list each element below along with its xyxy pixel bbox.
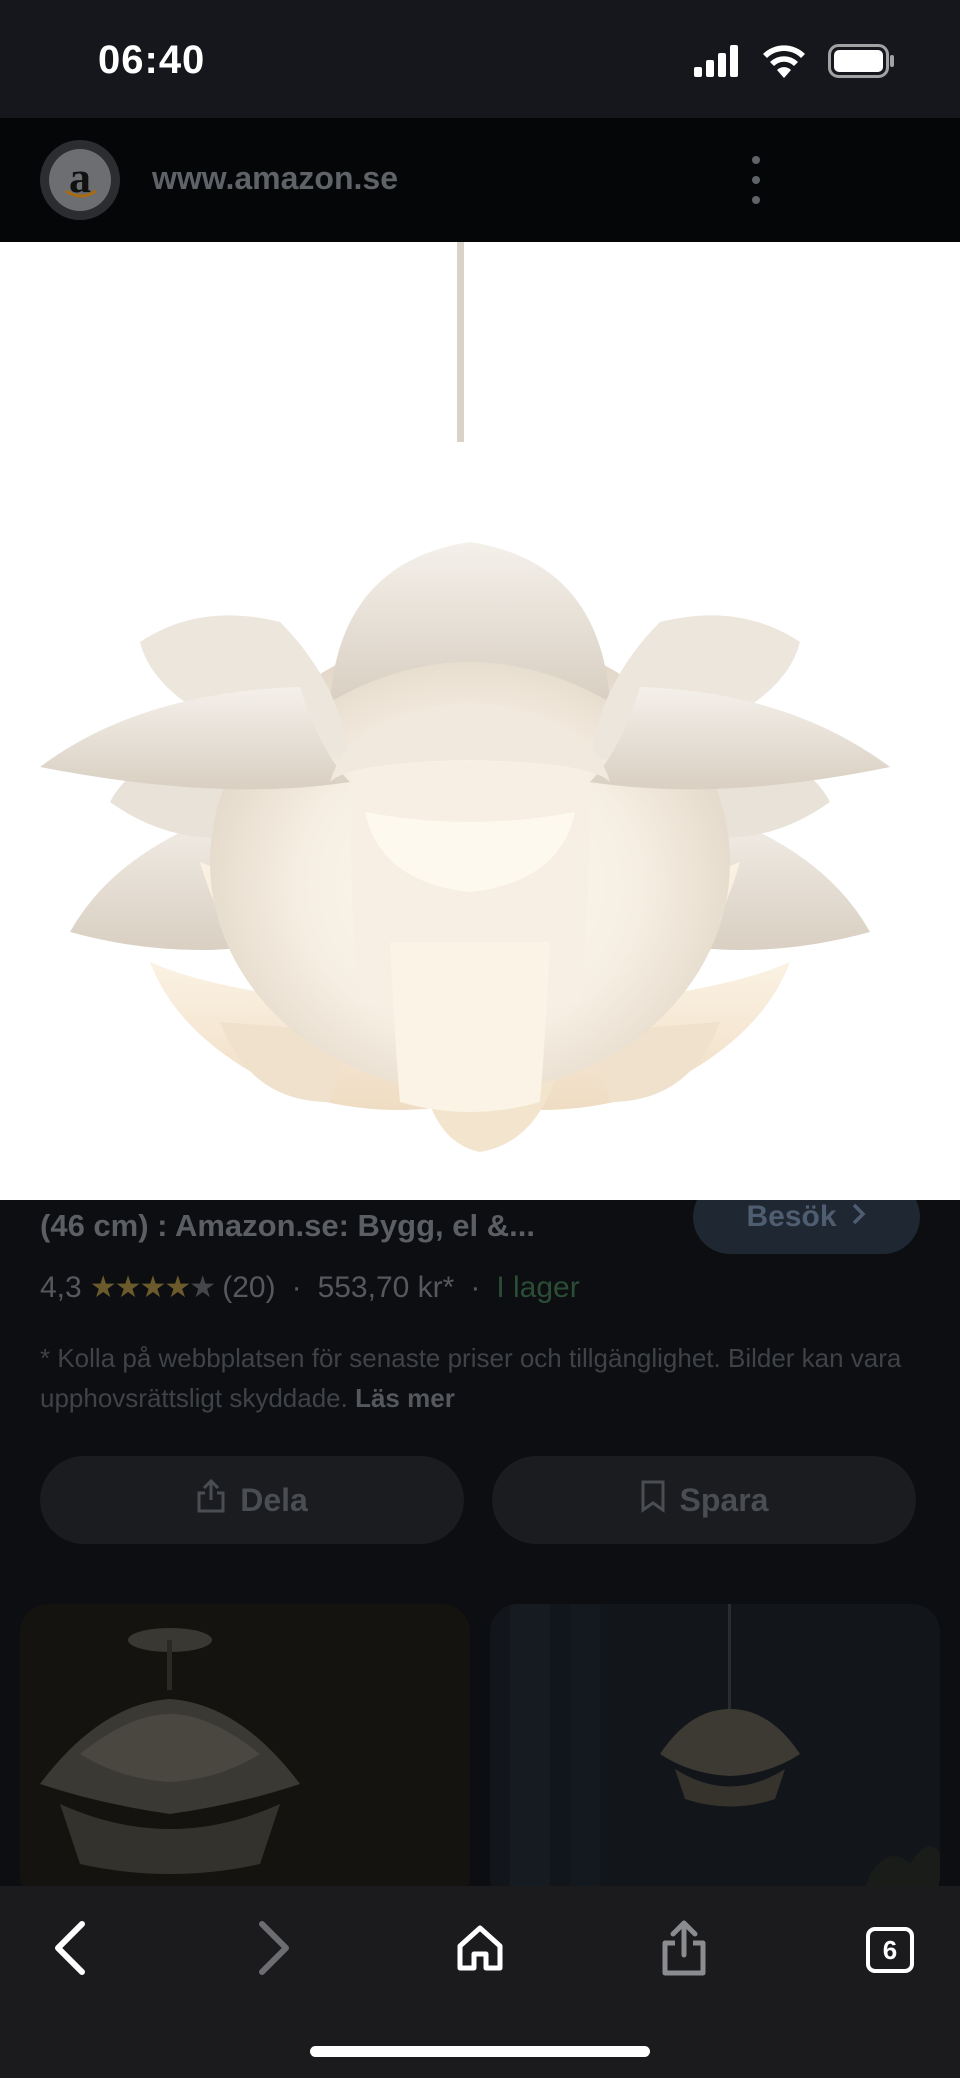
- home-icon: [454, 1922, 506, 1979]
- chevron-right-icon: [851, 1200, 867, 1234]
- share-label: Dela: [240, 1481, 308, 1518]
- more-vert-icon[interactable]: [744, 156, 768, 204]
- home-button[interactable]: [440, 1914, 520, 1986]
- product-image[interactable]: [0, 242, 960, 1200]
- wifi-icon: [762, 44, 806, 83]
- share-icon: [660, 1919, 708, 1982]
- rating-value: 4,3: [40, 1270, 82, 1304]
- related-image[interactable]: [20, 1604, 470, 1886]
- status-icons: [694, 44, 896, 83]
- stock-status: I lager: [496, 1270, 580, 1304]
- url-text[interactable]: www.amazon.se: [152, 160, 398, 197]
- status-bar: 06:40: [0, 0, 960, 118]
- disclaimer-text: * Kolla på webbplatsen för senaste prise…: [40, 1343, 902, 1413]
- forward-button[interactable]: [234, 1914, 314, 1986]
- share-button[interactable]: Dela: [40, 1456, 464, 1544]
- share-icon: [196, 1478, 226, 1522]
- chevron-right-icon: [256, 1920, 292, 1981]
- url-bar[interactable]: a www.amazon.se: [0, 118, 960, 242]
- back-button[interactable]: [30, 1914, 110, 1986]
- pendant-lamp-image: [40, 242, 890, 1152]
- status-time: 06:40: [98, 38, 206, 82]
- save-button[interactable]: Spara: [492, 1456, 916, 1544]
- search-result-panel: (46 cm) : Amazon.se: Bygg, el &... Besök…: [0, 1200, 960, 1886]
- separator: ·: [291, 1270, 302, 1304]
- home-indicator[interactable]: [310, 2046, 650, 2057]
- pendant-lamp-image: [40, 1628, 300, 1874]
- signal-icon: [694, 45, 740, 82]
- review-count: (20): [222, 1270, 276, 1304]
- share-page-button[interactable]: [644, 1914, 724, 1986]
- amazon-logo-icon: a: [40, 140, 120, 220]
- result-title[interactable]: (46 cm) : Amazon.se: Bygg, el &...: [40, 1208, 535, 1244]
- separator: ·: [470, 1270, 481, 1304]
- rating-row: 4,3 ★★★★★ (20) · 553,70 kr* · I lager: [40, 1270, 580, 1305]
- disclaimer: * Kolla på webbplatsen för senaste prise…: [40, 1338, 920, 1418]
- related-image[interactable]: [490, 1604, 940, 1886]
- tabs-button[interactable]: 6: [850, 1914, 930, 1986]
- bookmark-icon: [640, 1479, 666, 1521]
- price: 553,70 kr*: [317, 1270, 455, 1304]
- read-more-link[interactable]: Läs mer: [355, 1383, 455, 1413]
- star-rating-icon: ★★★★★: [89, 1271, 216, 1304]
- pendant-lamp-image: [490, 1604, 940, 1886]
- visit-label: Besök: [746, 1200, 837, 1233]
- battery-icon: [828, 44, 896, 83]
- tab-count: 6: [866, 1927, 914, 1973]
- save-label: Spara: [679, 1481, 769, 1518]
- chevron-left-icon: [52, 1920, 88, 1981]
- visit-button[interactable]: Besök: [693, 1200, 920, 1254]
